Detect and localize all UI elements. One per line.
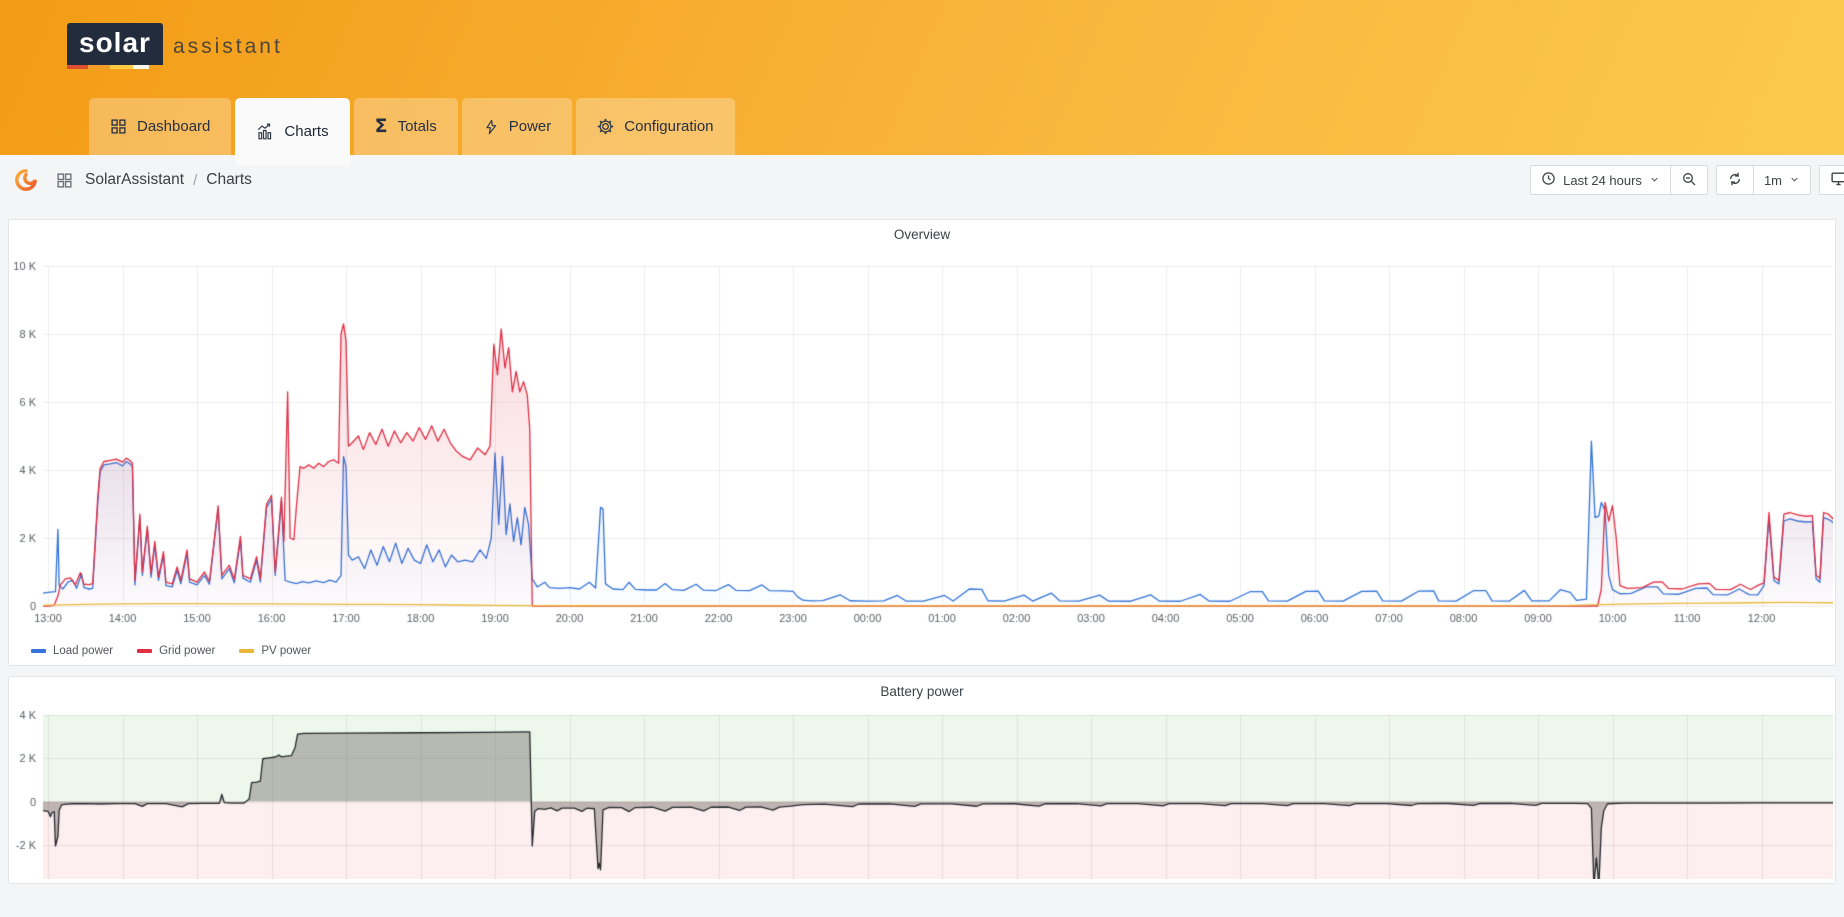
battery-chart-canvas[interactable]	[9, 701, 1833, 879]
legend-label: Grid power	[159, 645, 215, 657]
gear-icon	[597, 118, 614, 135]
tab-configuration[interactable]: Configuration	[576, 98, 734, 155]
tab-label: Dashboard	[137, 118, 210, 135]
legend-swatch	[31, 649, 46, 653]
legend-swatch	[239, 649, 254, 653]
tab-label: Configuration	[624, 118, 713, 135]
refresh-interval-button[interactable]: 1m	[1753, 165, 1811, 195]
time-range-label: Last 24 hours	[1563, 173, 1642, 188]
bar-chart-icon	[256, 123, 274, 141]
breadcrumb-separator: /	[184, 172, 206, 189]
chevron-down-icon	[1649, 173, 1660, 188]
sigma-icon: Σ	[375, 117, 388, 136]
overview-panel: Overview Load power Grid power PV power	[8, 219, 1836, 666]
search-minus-icon	[1681, 171, 1697, 190]
time-range-picker-button[interactable]: Last 24 hours	[1530, 165, 1671, 195]
legend-label: Load power	[53, 645, 113, 657]
logo-primary-text: solar	[79, 27, 151, 58]
battery-panel: Battery power	[8, 676, 1836, 884]
grafana-logo-icon[interactable]	[14, 168, 38, 192]
legend-item[interactable]: PV power	[239, 645, 311, 657]
legend-item[interactable]: Grid power	[137, 645, 215, 657]
refresh-interval-label: 1m	[1764, 173, 1782, 188]
grafana-toolbar: Last 24 hours 1m	[1530, 165, 1844, 195]
logo-secondary-text: assistant	[173, 35, 283, 59]
refresh-icon	[1727, 171, 1743, 190]
tab-totals[interactable]: Σ Totals	[354, 98, 458, 155]
grid-icon	[110, 118, 127, 135]
tab-label: Charts	[284, 123, 328, 140]
time-range-group: Last 24 hours	[1530, 165, 1708, 195]
tab-label: Power	[509, 118, 552, 135]
clock-icon	[1541, 171, 1556, 189]
battery-panel-title[interactable]: Battery power	[9, 677, 1835, 701]
breadcrumb-page[interactable]: Charts	[206, 171, 252, 189]
refresh-group: 1m	[1716, 165, 1811, 195]
tab-label: Totals	[398, 118, 437, 135]
logo-box: solar	[67, 23, 163, 65]
app-header: solar assistant Dashboard Charts Σ Total…	[0, 0, 1844, 155]
overview-chart-canvas[interactable]	[9, 244, 1833, 638]
kiosk-mode-button[interactable]	[1819, 165, 1844, 195]
app-logo: solar assistant	[67, 23, 283, 65]
dashboard-content: Overview Load power Grid power PV power Ba…	[0, 219, 1844, 884]
breadcrumb-app-link[interactable]: SolarAssistant	[85, 171, 184, 189]
overview-panel-title[interactable]: Overview	[9, 220, 1835, 244]
overview-legend: Load power Grid power PV power	[9, 638, 1835, 660]
view-mode-group	[1819, 165, 1844, 195]
legend-item[interactable]: Load power	[31, 645, 113, 657]
main-nav-tabs: Dashboard Charts Σ Totals Power	[89, 98, 735, 155]
tab-dashboard[interactable]: Dashboard	[89, 98, 231, 155]
tab-charts[interactable]: Charts	[235, 98, 349, 165]
zoom-out-button[interactable]	[1670, 165, 1708, 195]
lightning-icon	[483, 119, 499, 135]
legend-label: PV power	[261, 645, 311, 657]
dashboards-grid-icon	[56, 172, 73, 189]
logo-underline-stripes	[67, 65, 149, 69]
tab-power[interactable]: Power	[462, 98, 573, 155]
refresh-button[interactable]	[1716, 165, 1754, 195]
chevron-down-icon	[1789, 173, 1800, 188]
monitor-icon	[1830, 170, 1844, 190]
legend-swatch	[137, 649, 152, 653]
